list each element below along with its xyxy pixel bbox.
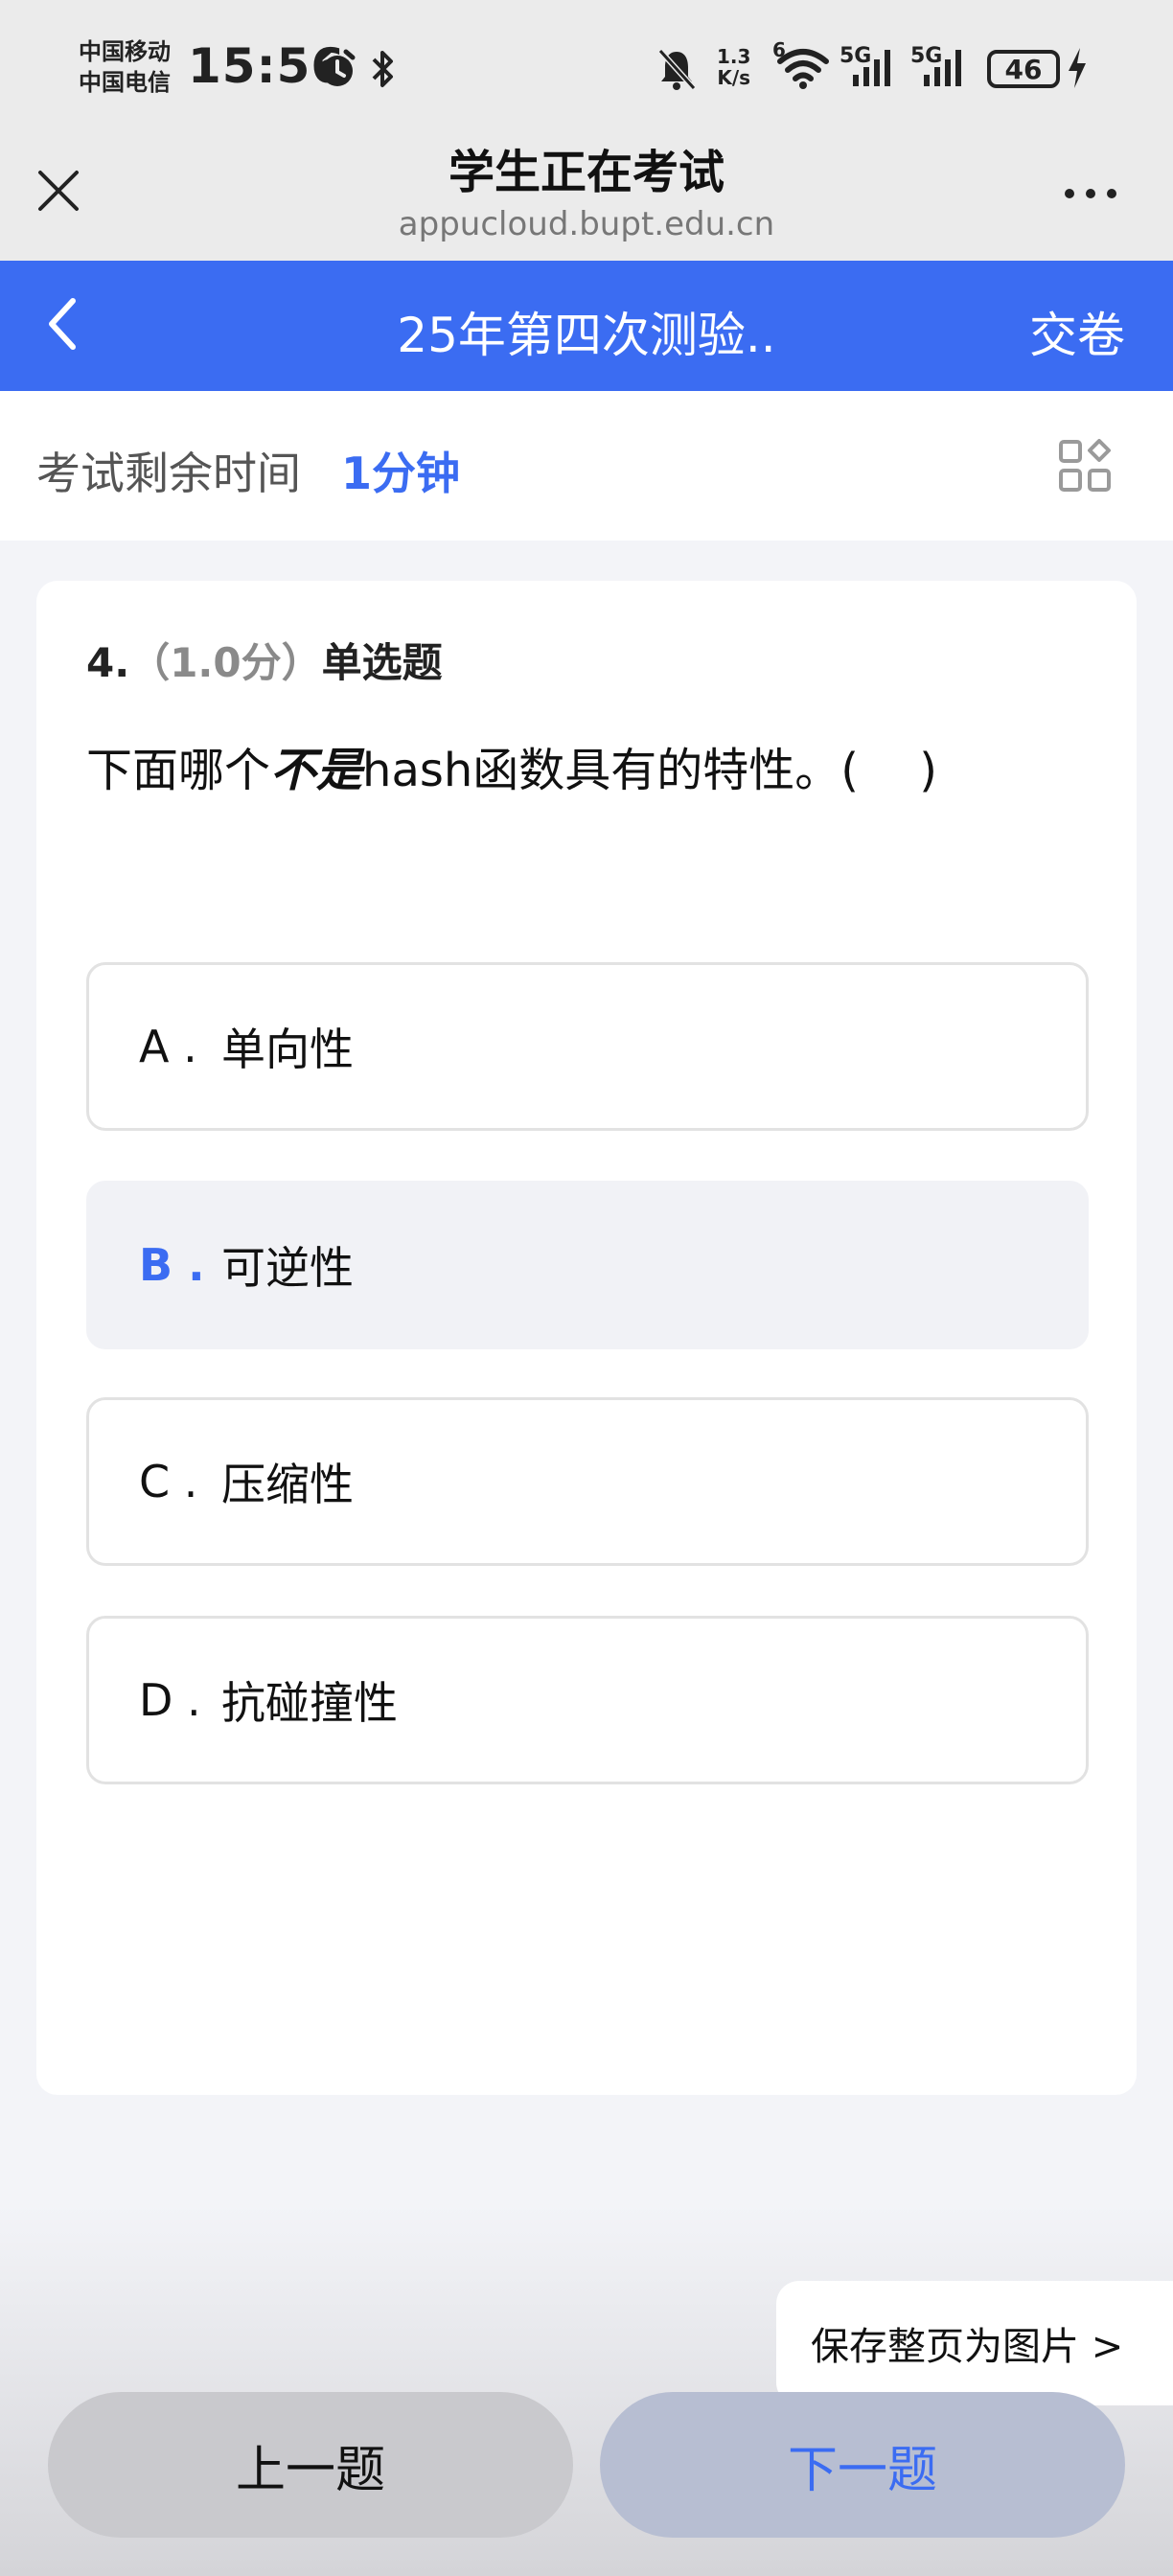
previous-question-button[interactable]: 上一题 <box>48 2392 573 2538</box>
carrier-info: 中国移动 中国电信 <box>79 36 171 98</box>
timer-label: 考试剩余时间 <box>36 448 301 499</box>
save-page-as-image-button[interactable]: 保存整页为图片 > <box>776 2281 1173 2405</box>
signal-bars-icon <box>853 50 890 86</box>
webview-title: 学生正在考试 <box>448 146 724 199</box>
timer-row: 考试剩余时间 1分钟 <box>0 391 1173 540</box>
submit-exam-button[interactable]: 交卷 <box>1029 297 1125 366</box>
option-d[interactable]: D . 抗碰撞性 <box>86 1616 1089 1784</box>
option-letter: B . <box>139 1239 205 1291</box>
net-speed-value: 1.3 <box>717 45 751 68</box>
option-b[interactable]: B . 可逆性 <box>86 1181 1089 1349</box>
webview-url: appucloud.bupt.edu.cn <box>398 205 775 243</box>
question-text: 下面哪个不是hash函数具有的特性。( ) <box>86 732 1102 799</box>
next-question-button[interactable]: 下一题 <box>600 2392 1125 2538</box>
status-bar: 中国移动 中国电信 15:56 1.3 K/s 6 5G 5G 46 <box>0 0 1173 134</box>
question-card: 4.（1.0分）单选题 下面哪个不是hash函数具有的特性。( ) A . 单向… <box>36 581 1137 2095</box>
timer-value: 1分钟 <box>341 448 461 499</box>
more-options-icon[interactable] <box>1062 186 1119 201</box>
option-a[interactable]: A . 单向性 <box>86 962 1089 1131</box>
option-text: 可逆性 <box>221 1242 354 1294</box>
exam-nav-bar: 25年第四次测验.. 交卷 <box>0 261 1173 391</box>
exam-title: 25年第四次测验.. <box>397 308 776 363</box>
carrier-1: 中国移动 <box>79 38 171 65</box>
question-number: 4. <box>86 639 130 686</box>
question-text-emphasis: 不是 <box>270 744 363 797</box>
webview-header: 学生正在考试 appucloud.bupt.edu.cn <box>0 134 1173 261</box>
question-grid-icon[interactable] <box>1058 439 1112 493</box>
option-text: 压缩性 <box>221 1459 354 1510</box>
alarm-icon <box>319 49 356 86</box>
carrier-2: 中国电信 <box>79 69 171 96</box>
mute-bell-icon <box>657 48 697 91</box>
question-type: 单选题 <box>321 639 443 686</box>
option-letter: A . <box>139 1021 197 1072</box>
charging-bolt-icon <box>1069 48 1086 88</box>
battery-level: 46 <box>987 50 1060 88</box>
question-text-before: 下面哪个 <box>86 744 271 797</box>
option-c[interactable]: C . 压缩性 <box>86 1397 1089 1566</box>
signal-bars-icon <box>924 50 961 86</box>
question-header: 4.（1.0分）单选题 <box>86 631 443 689</box>
question-text-after: hash函数具有的特性。( ) <box>362 744 938 797</box>
option-text: 单向性 <box>221 1024 354 1075</box>
net-speed-unit: K/s <box>717 66 751 89</box>
net-speed: 1.3 K/s <box>717 46 750 88</box>
wifi-badge: 6 <box>772 38 786 61</box>
question-score: （1.0分） <box>129 639 322 686</box>
option-letter: C . <box>139 1456 198 1507</box>
bluetooth-icon <box>372 51 393 87</box>
option-text: 抗碰撞性 <box>221 1677 398 1729</box>
option-letter: D . <box>139 1674 201 1726</box>
